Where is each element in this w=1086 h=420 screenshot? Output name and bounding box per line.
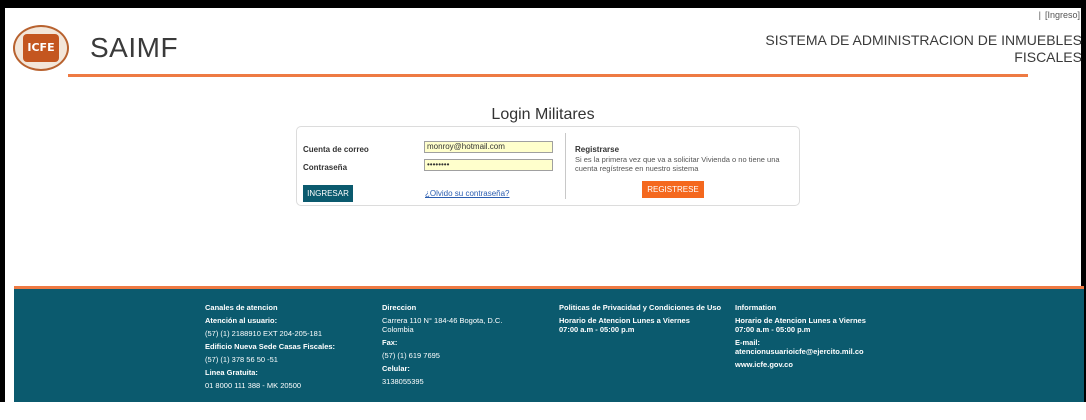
footer-text: 07:00 a.m - 05:00 p.m: [559, 325, 635, 334]
login-button[interactable]: INGRESAR: [303, 185, 353, 202]
password-field[interactable]: ••••••••: [424, 159, 553, 171]
footer-text: Horario de Atencion Lunes a Viernes: [735, 316, 866, 325]
footer-text: (57) (1) 2188910 EXT 204-205-181: [205, 329, 323, 338]
footer-text: Fax:: [382, 338, 398, 347]
window-left-border: [0, 0, 5, 420]
footer-text: E-mail:: [735, 338, 761, 347]
footer-text: Celular:: [382, 364, 410, 373]
page-bottom: [0, 402, 1086, 420]
system-title: SISTEMA DE ADMINISTRACION DE INMUEBLES F…: [765, 32, 1082, 65]
footer-col-title: Information: [735, 303, 777, 312]
footer-text: Edificio Nueva Sede Casas Fiscales:: [205, 342, 336, 351]
footer: Canales de atencion Atención al usuario:…: [14, 289, 1084, 402]
footer-col-contact: Canales de atencion Atención al usuario:…: [205, 303, 365, 390]
window-top-border: [0, 0, 1086, 8]
footer-website-link[interactable]: www.icfe.gov.co: [735, 360, 935, 369]
footer-text: Horario de Atencion Lunes a Viernes: [559, 316, 690, 325]
top-nav-separator: |: [1038, 10, 1041, 20]
icfe-logo: ICFE: [13, 25, 69, 71]
footer-col-address: Direccion Carrera 110 N° 184-46 Bogota, …: [382, 303, 532, 386]
email-label: Cuenta de correo: [303, 145, 369, 154]
footer-text: Colombia: [382, 325, 414, 334]
footer-policies-link[interactable]: Politicas de Privacidad y Condiciones de…: [559, 303, 724, 312]
register-button[interactable]: REGISTRESE: [642, 181, 704, 198]
register-title: Registrarse: [575, 145, 620, 154]
app-name: SAIMF: [90, 32, 179, 63]
register-description: Si es la primera vez que va a solicitar …: [575, 155, 780, 173]
forgot-password-link[interactable]: ¿Olvido su contraseña?: [425, 189, 510, 198]
footer-col-title: Canales de atencion: [205, 303, 278, 312]
footer-email-link[interactable]: atencionusuarioicfe@ejercito.mil.co: [735, 347, 935, 356]
login-title: Login Militares: [491, 106, 595, 123]
footer-text: (57) (1) 619 7695: [382, 351, 440, 360]
footer-col-policies: Politicas de Privacidad y Condiciones de…: [559, 303, 724, 334]
footer-text: Atención al usuario:: [205, 316, 278, 325]
email-field[interactable]: monroy@hotmail.com: [424, 141, 553, 153]
footer-text: (57) (1) 378 56 50 -51: [205, 355, 278, 364]
footer-text: 07:00 a.m - 05:00 p.m: [735, 325, 811, 334]
footer-col-title: Direccion: [382, 303, 417, 312]
footer-col-information: Information Horario de Atencion Lunes a …: [735, 303, 935, 369]
password-label: Contraseña: [303, 163, 348, 172]
logo-text: ICFE: [23, 34, 59, 62]
footer-text: Carrera 110 N° 184-46 Bogota, D.C.: [382, 316, 503, 325]
header-divider: [68, 74, 1028, 77]
login-link[interactable]: [Ingreso]: [1045, 10, 1080, 20]
login-divider: [565, 133, 566, 199]
footer-text: 01 8000 111 388 - MK 20500: [205, 381, 302, 390]
footer-text: Linea Gratuita:: [205, 368, 258, 377]
top-nav: | [Ingreso]: [1039, 10, 1080, 20]
footer-text: 3138055395: [382, 377, 424, 386]
